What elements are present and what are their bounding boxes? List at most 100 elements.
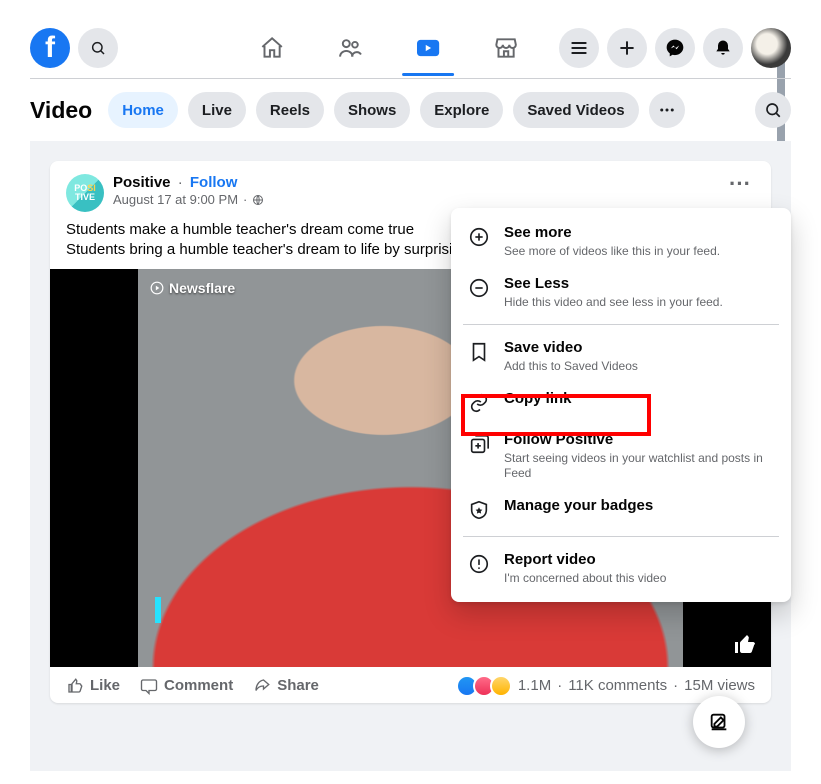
separator-dot: ·: [673, 677, 678, 694]
overlay-like-button[interactable]: [733, 633, 757, 657]
globe-icon: [252, 194, 264, 206]
watermark-text: Newsflare: [169, 280, 235, 296]
alert-icon: [468, 553, 490, 575]
post-actions: Like Comment Share: [50, 667, 771, 703]
app-toolbar: f: [30, 20, 791, 76]
marketplace-icon: [493, 35, 519, 61]
search-button[interactable]: [78, 28, 118, 68]
video-subnav: Video Home Live Reels Shows Explore Save…: [30, 79, 791, 141]
tab-home[interactable]: [252, 20, 292, 76]
right-cluster: [559, 28, 791, 68]
plus-icon: [617, 38, 637, 58]
menu-title: Save video: [504, 339, 638, 357]
logo-letter: f: [45, 33, 55, 63]
collection-plus-icon: [468, 433, 490, 455]
post-stats: 1.1M · 11K comments · 15M views: [461, 675, 755, 697]
menu-title: Report video: [504, 551, 666, 569]
notifications-button[interactable]: [703, 28, 743, 68]
page-title: Video: [30, 97, 92, 124]
compose-icon: [708, 711, 730, 733]
menu-title: See more: [504, 224, 720, 242]
compose-fab[interactable]: [693, 696, 745, 748]
comment-icon: [140, 677, 158, 695]
separator-dot: ·: [175, 174, 186, 191]
video-icon: [414, 34, 442, 62]
share-button[interactable]: Share: [253, 677, 319, 695]
create-button[interactable]: [607, 28, 647, 68]
menu-title: Follow Positive: [504, 431, 775, 449]
menu-title: Copy link: [504, 390, 572, 408]
reactions-count[interactable]: 1.1M: [518, 677, 551, 694]
post-options-menu: See more See more of videos like this in …: [451, 208, 791, 602]
menu-save-video[interactable]: Save video Add this to Saved Videos: [459, 331, 783, 382]
comment-label: Comment: [164, 677, 233, 694]
tab-friends[interactable]: [330, 20, 370, 76]
tab-marketplace[interactable]: [486, 20, 526, 76]
account-avatar[interactable]: [751, 28, 791, 68]
link-icon: [468, 392, 490, 414]
thumb-up-outline-icon: [66, 677, 84, 695]
video-watermark: Newsflare: [150, 280, 235, 296]
menu-divider: [463, 536, 779, 537]
menu-follow-page[interactable]: Follow Positive Start seeing videos in yo…: [459, 423, 783, 489]
views-count[interactable]: 15M views: [684, 677, 755, 694]
progress-marker: [155, 597, 161, 623]
menu-grid-button[interactable]: [559, 28, 599, 68]
follow-link[interactable]: Follow: [190, 174, 238, 191]
pill-more[interactable]: [649, 92, 685, 128]
comments-count[interactable]: 11K comments: [568, 677, 667, 694]
menu-desc: I'm concerned about this video: [504, 571, 666, 586]
comment-button[interactable]: Comment: [140, 677, 233, 695]
reactions-stack[interactable]: [461, 675, 512, 697]
badge-icon: [468, 499, 490, 521]
menu-title: See Less: [504, 275, 723, 293]
circle-plus-icon: [468, 226, 490, 248]
play-small-icon: [150, 281, 164, 295]
menu-copy-link[interactable]: Copy link: [459, 382, 783, 423]
menu-see-more[interactable]: See more See more of videos like this in …: [459, 216, 783, 267]
bell-icon: [713, 38, 733, 58]
facebook-logo[interactable]: f: [30, 28, 70, 68]
pill-reels[interactable]: Reels: [256, 92, 324, 128]
search-icon: [90, 40, 106, 56]
pill-search[interactable]: [755, 92, 791, 128]
pill-explore[interactable]: Explore: [420, 92, 503, 128]
share-icon: [253, 677, 271, 695]
dots-icon: [658, 101, 676, 119]
home-icon: [259, 35, 285, 61]
page-name[interactable]: Positive: [113, 174, 171, 191]
separator-dot: ·: [557, 677, 562, 694]
menu-manage-badges[interactable]: Manage your badges: [459, 489, 783, 530]
like-button[interactable]: Like: [66, 677, 120, 695]
post-more-button[interactable]: ···: [725, 178, 755, 190]
menu-report-video[interactable]: Report video I'm concerned about this vid…: [459, 543, 783, 594]
post-timestamp[interactable]: August 17 at 9:00 PM: [113, 192, 238, 207]
menu-title: Manage your badges: [504, 497, 653, 515]
center-tabs: [252, 20, 526, 76]
pill-saved[interactable]: Saved Videos: [513, 92, 638, 128]
menu-divider: [463, 324, 779, 325]
page-avatar[interactable]: POSITIVE: [66, 174, 104, 212]
share-label: Share: [277, 677, 319, 694]
pill-home[interactable]: Home: [108, 92, 178, 128]
menu-desc: Start seeing videos in your watchlist an…: [504, 451, 775, 481]
bookmark-icon: [468, 341, 490, 363]
menu-icon: [569, 38, 589, 58]
separator-dot: ·: [243, 192, 247, 207]
friends-icon: [337, 35, 363, 61]
menu-desc: Hide this video and see less in your fee…: [504, 295, 723, 310]
post-meta: Positive · Follow August 17 at 9:00 PM ·: [113, 174, 264, 207]
messenger-button[interactable]: [655, 28, 695, 68]
pill-shows[interactable]: Shows: [334, 92, 410, 128]
circle-minus-icon: [468, 277, 490, 299]
menu-see-less[interactable]: See Less Hide this video and see less in …: [459, 267, 783, 318]
reaction-care-icon: [490, 675, 512, 697]
menu-desc: Add this to Saved Videos: [504, 359, 638, 374]
menu-desc: See more of videos like this in your fee…: [504, 244, 720, 259]
messenger-icon: [665, 38, 685, 58]
thumb-up-icon: [733, 633, 757, 657]
tab-video[interactable]: [408, 20, 448, 76]
like-label: Like: [90, 677, 120, 694]
search-icon: [764, 101, 782, 119]
pill-live[interactable]: Live: [188, 92, 246, 128]
